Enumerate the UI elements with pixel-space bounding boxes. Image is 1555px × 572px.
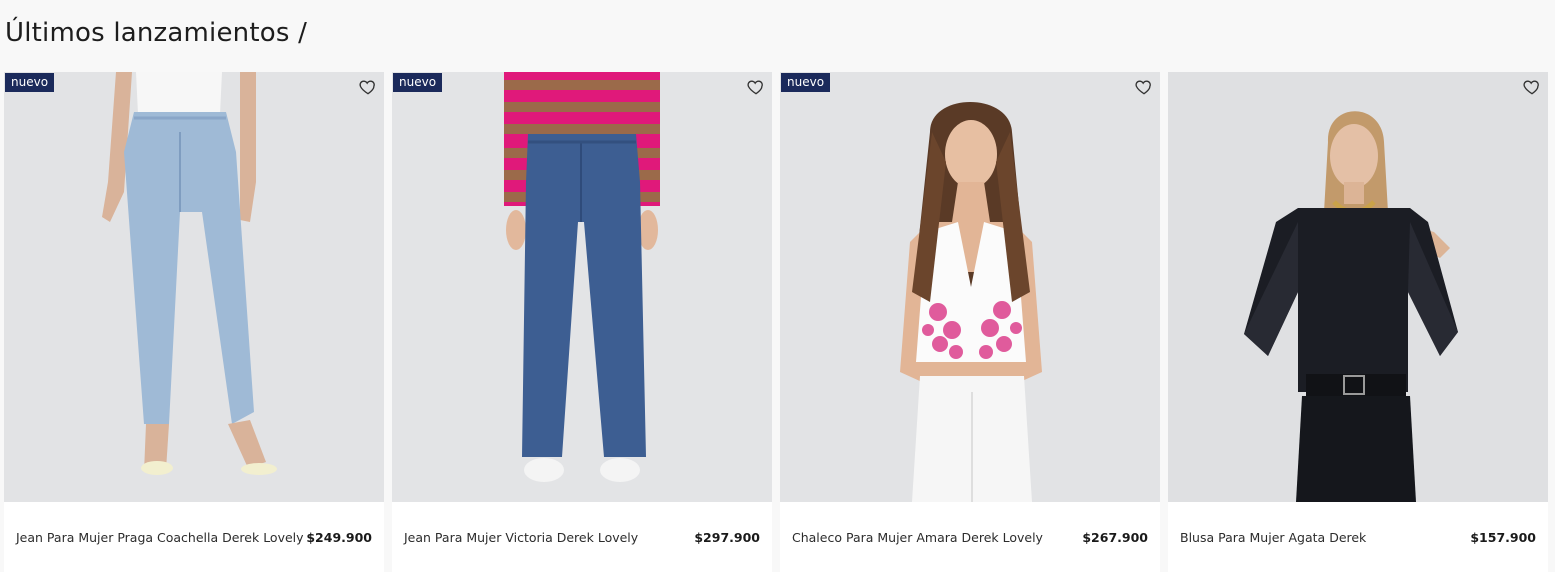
white-embroidered-vest-photo [780, 72, 1160, 502]
product-name[interactable]: Jean Para Mujer Victoria Derek Lovely [404, 530, 638, 545]
product-price: $267.900 [1082, 529, 1148, 545]
heart-outline-icon[interactable] [1522, 77, 1542, 97]
product-image[interactable]: nuevo [392, 72, 772, 502]
product-info: Chaleco Para Mujer Amara Derek Lovely $2… [780, 502, 1160, 572]
heart-outline-icon[interactable] [358, 77, 378, 97]
product-name[interactable]: Blusa Para Mujer Agata Derek [1180, 530, 1366, 545]
product-grid: nuevo Jean Para Mujer Praga Coachella De… [4, 72, 1548, 572]
product-image[interactable] [1168, 72, 1548, 502]
section-title: Últimos lanzamientos / [5, 18, 308, 48]
black-sheer-blouse-photo [1168, 72, 1548, 502]
product-price: $157.900 [1470, 529, 1536, 545]
product-card[interactable]: nuevo Chaleco Para Mujer Amara Derek Lov… [780, 72, 1160, 572]
light-wash-jeans-photo [4, 72, 384, 502]
product-card[interactable]: Blusa Para Mujer Agata Derek $157.900 [1168, 72, 1548, 572]
heart-outline-icon[interactable] [1134, 77, 1154, 97]
new-badge: nuevo [393, 73, 443, 92]
new-badge: nuevo [781, 73, 831, 92]
product-name[interactable]: Chaleco Para Mujer Amara Derek Lovely [792, 530, 1043, 545]
product-card[interactable]: nuevo Jean Para Mujer Victoria Derek Lov… [392, 72, 772, 572]
product-name[interactable]: Jean Para Mujer Praga Coachella Derek Lo… [16, 530, 304, 545]
product-card[interactable]: nuevo Jean Para Mujer Praga Coachella De… [4, 72, 384, 572]
product-info: Jean Para Mujer Praga Coachella Derek Lo… [4, 502, 384, 572]
product-price: $249.900 [306, 529, 372, 545]
product-price: $297.900 [694, 529, 760, 545]
product-info: Blusa Para Mujer Agata Derek $157.900 [1168, 502, 1548, 572]
new-badge: nuevo [5, 73, 55, 92]
product-image[interactable]: nuevo [780, 72, 1160, 502]
product-image[interactable]: nuevo [4, 72, 384, 502]
product-info: Jean Para Mujer Victoria Derek Lovely $2… [392, 502, 772, 572]
dark-wash-wide-jeans-photo [392, 72, 772, 502]
heart-outline-icon[interactable] [746, 77, 766, 97]
